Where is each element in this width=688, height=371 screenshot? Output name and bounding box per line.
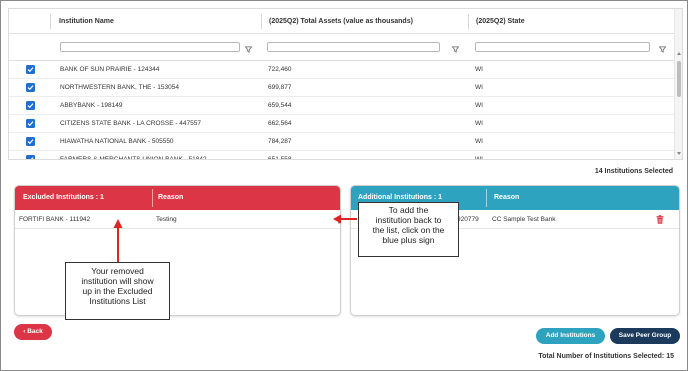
header-separator	[486, 189, 487, 207]
column-header-institution-name[interactable]: Institution Name	[55, 9, 114, 34]
row-checkbox[interactable]	[26, 101, 35, 110]
filter-icon[interactable]	[659, 46, 666, 53]
filter-row	[9, 34, 674, 61]
excluded-list-item: FORTIFI BANK - 111942 Testing	[15, 210, 340, 229]
excluded-list-callout: Your removed institution will show up in…	[65, 262, 170, 320]
table-row[interactable]: BANK OF SUN PRAIRIE - 124344 722,460 WI	[9, 61, 674, 79]
state-cell: WI	[475, 156, 483, 160]
callout-line: Your removed	[91, 266, 144, 276]
grid-header: Institution Name (2025Q2) Total Assets (…	[9, 9, 674, 34]
checkmark-icon	[27, 67, 34, 73]
total-assets-cell: 699,877	[268, 84, 292, 91]
header-separator	[152, 189, 153, 207]
excluded-panel-header: Excluded Institutions : 1 Reason	[15, 186, 340, 210]
column-header-state[interactable]: (2025Q2) State	[472, 9, 525, 34]
checkmark-icon	[27, 85, 34, 91]
screenshot-frame: Institution Name (2025Q2) Total Assets (…	[0, 0, 688, 371]
selected-count-label: 14 Institutions Selected	[594, 168, 673, 175]
checkmark-icon	[27, 103, 34, 109]
total-assets-filter-input[interactable]	[267, 42, 440, 52]
callout-line: institution back to	[375, 215, 442, 225]
trash-icon[interactable]	[656, 215, 664, 224]
state-cell: WI	[475, 120, 483, 127]
row-checkbox[interactable]	[26, 137, 35, 146]
checkmark-icon	[27, 139, 34, 145]
total-assets-cell: 662,564	[268, 120, 292, 127]
row-checkbox[interactable]	[26, 119, 35, 128]
table-row[interactable]: NORTHWESTERN BANK, THE - 153054 699,877 …	[9, 79, 674, 97]
table-row[interactable]: HIAWATHA NATIONAL BANK - 505550 784,287 …	[9, 133, 674, 151]
back-button[interactable]: ‹ Back	[14, 324, 52, 340]
total-count-label: Total Number of Institutions Selected: 1…	[538, 353, 674, 360]
scroll-down-icon[interactable]	[677, 152, 681, 155]
callout-line: up in the Excluded	[82, 286, 153, 296]
state-filter-input[interactable]	[475, 42, 650, 52]
column-separator	[261, 14, 262, 29]
institution-name-cell: CITIZENS STATE BANK - LA CROSSE - 447557	[60, 120, 201, 127]
callout-line: institution will show	[81, 276, 154, 286]
excluded-institutions-panel: Excluded Institutions : 1 Reason FORTIFI…	[14, 185, 341, 316]
excluded-reason-header: Reason	[158, 194, 184, 201]
row-checkbox[interactable]	[26, 155, 35, 159]
callout-line: Institutions List	[89, 296, 146, 306]
excluded-reason: Testing	[156, 216, 177, 223]
additional-reason-header: Reason	[494, 194, 520, 201]
institution-name-cell: HIAWATHA NATIONAL BANK - 505550	[60, 138, 174, 145]
additional-institution-id: 920779	[457, 216, 479, 223]
column-separator	[468, 14, 469, 29]
callout-line: the list, click on the	[372, 225, 445, 235]
excluded-panel-title: Excluded Institutions : 1	[23, 194, 104, 201]
state-cell: WI	[475, 66, 483, 73]
plus-icon[interactable]	[335, 216, 341, 224]
excluded-institution-name: FORTIFI BANK - 111942	[19, 216, 91, 223]
table-row[interactable]: FARMERS & MERCHANTS UNION BANK - 51842 6…	[9, 151, 674, 160]
add-back-callout: To add the institution back to the list,…	[358, 202, 459, 257]
additional-reason: CC Sample Test Bank	[492, 216, 556, 223]
filter-icon[interactable]	[452, 46, 459, 53]
total-assets-cell: 722,460	[268, 66, 292, 73]
scrollbar-thumb[interactable]	[677, 61, 681, 97]
callout-line: blue plus sign	[382, 235, 435, 245]
row-checkbox[interactable]	[26, 83, 35, 92]
save-peer-group-button[interactable]: Save Peer Group	[610, 328, 680, 344]
institution-name-cell: ABBYBANK - 198149	[60, 102, 123, 109]
checkmark-icon	[27, 121, 34, 127]
filter-icon[interactable]	[245, 46, 252, 53]
callout-line: To add the	[388, 205, 429, 215]
institutions-grid: Institution Name (2025Q2) Total Assets (…	[8, 8, 683, 160]
back-button-label: Back	[27, 328, 43, 335]
grid-vertical-scrollbar[interactable]	[674, 9, 682, 159]
row-checkbox[interactable]	[26, 65, 35, 74]
institution-name-cell: BANK OF SUN PRAIRIE - 124344	[60, 66, 160, 73]
table-row[interactable]: CITIZENS STATE BANK - LA CROSSE - 447557…	[9, 115, 674, 133]
institution-name-filter-input[interactable]	[60, 42, 240, 52]
state-cell: WI	[475, 84, 483, 91]
column-header-total-assets[interactable]: (2025Q2) Total Assets (value as thousand…	[265, 9, 413, 34]
total-assets-cell: 659,544	[268, 102, 292, 109]
state-cell: WI	[475, 138, 483, 145]
column-separator	[50, 14, 51, 29]
state-cell: WI	[475, 102, 483, 109]
institution-name-cell: FARMERS & MERCHANTS UNION BANK - 51842	[60, 156, 207, 160]
table-row[interactable]: ABBYBANK - 198149 659,544 WI	[9, 97, 674, 115]
add-institutions-button[interactable]: Add Institutions	[536, 328, 605, 344]
total-assets-cell: 651,558	[268, 156, 292, 160]
total-assets-cell: 784,287	[268, 138, 292, 145]
checkmark-icon	[30, 157, 34, 159]
scroll-up-icon[interactable]	[677, 52, 681, 55]
institution-name-cell: NORTHWESTERN BANK, THE - 153054	[60, 84, 179, 91]
